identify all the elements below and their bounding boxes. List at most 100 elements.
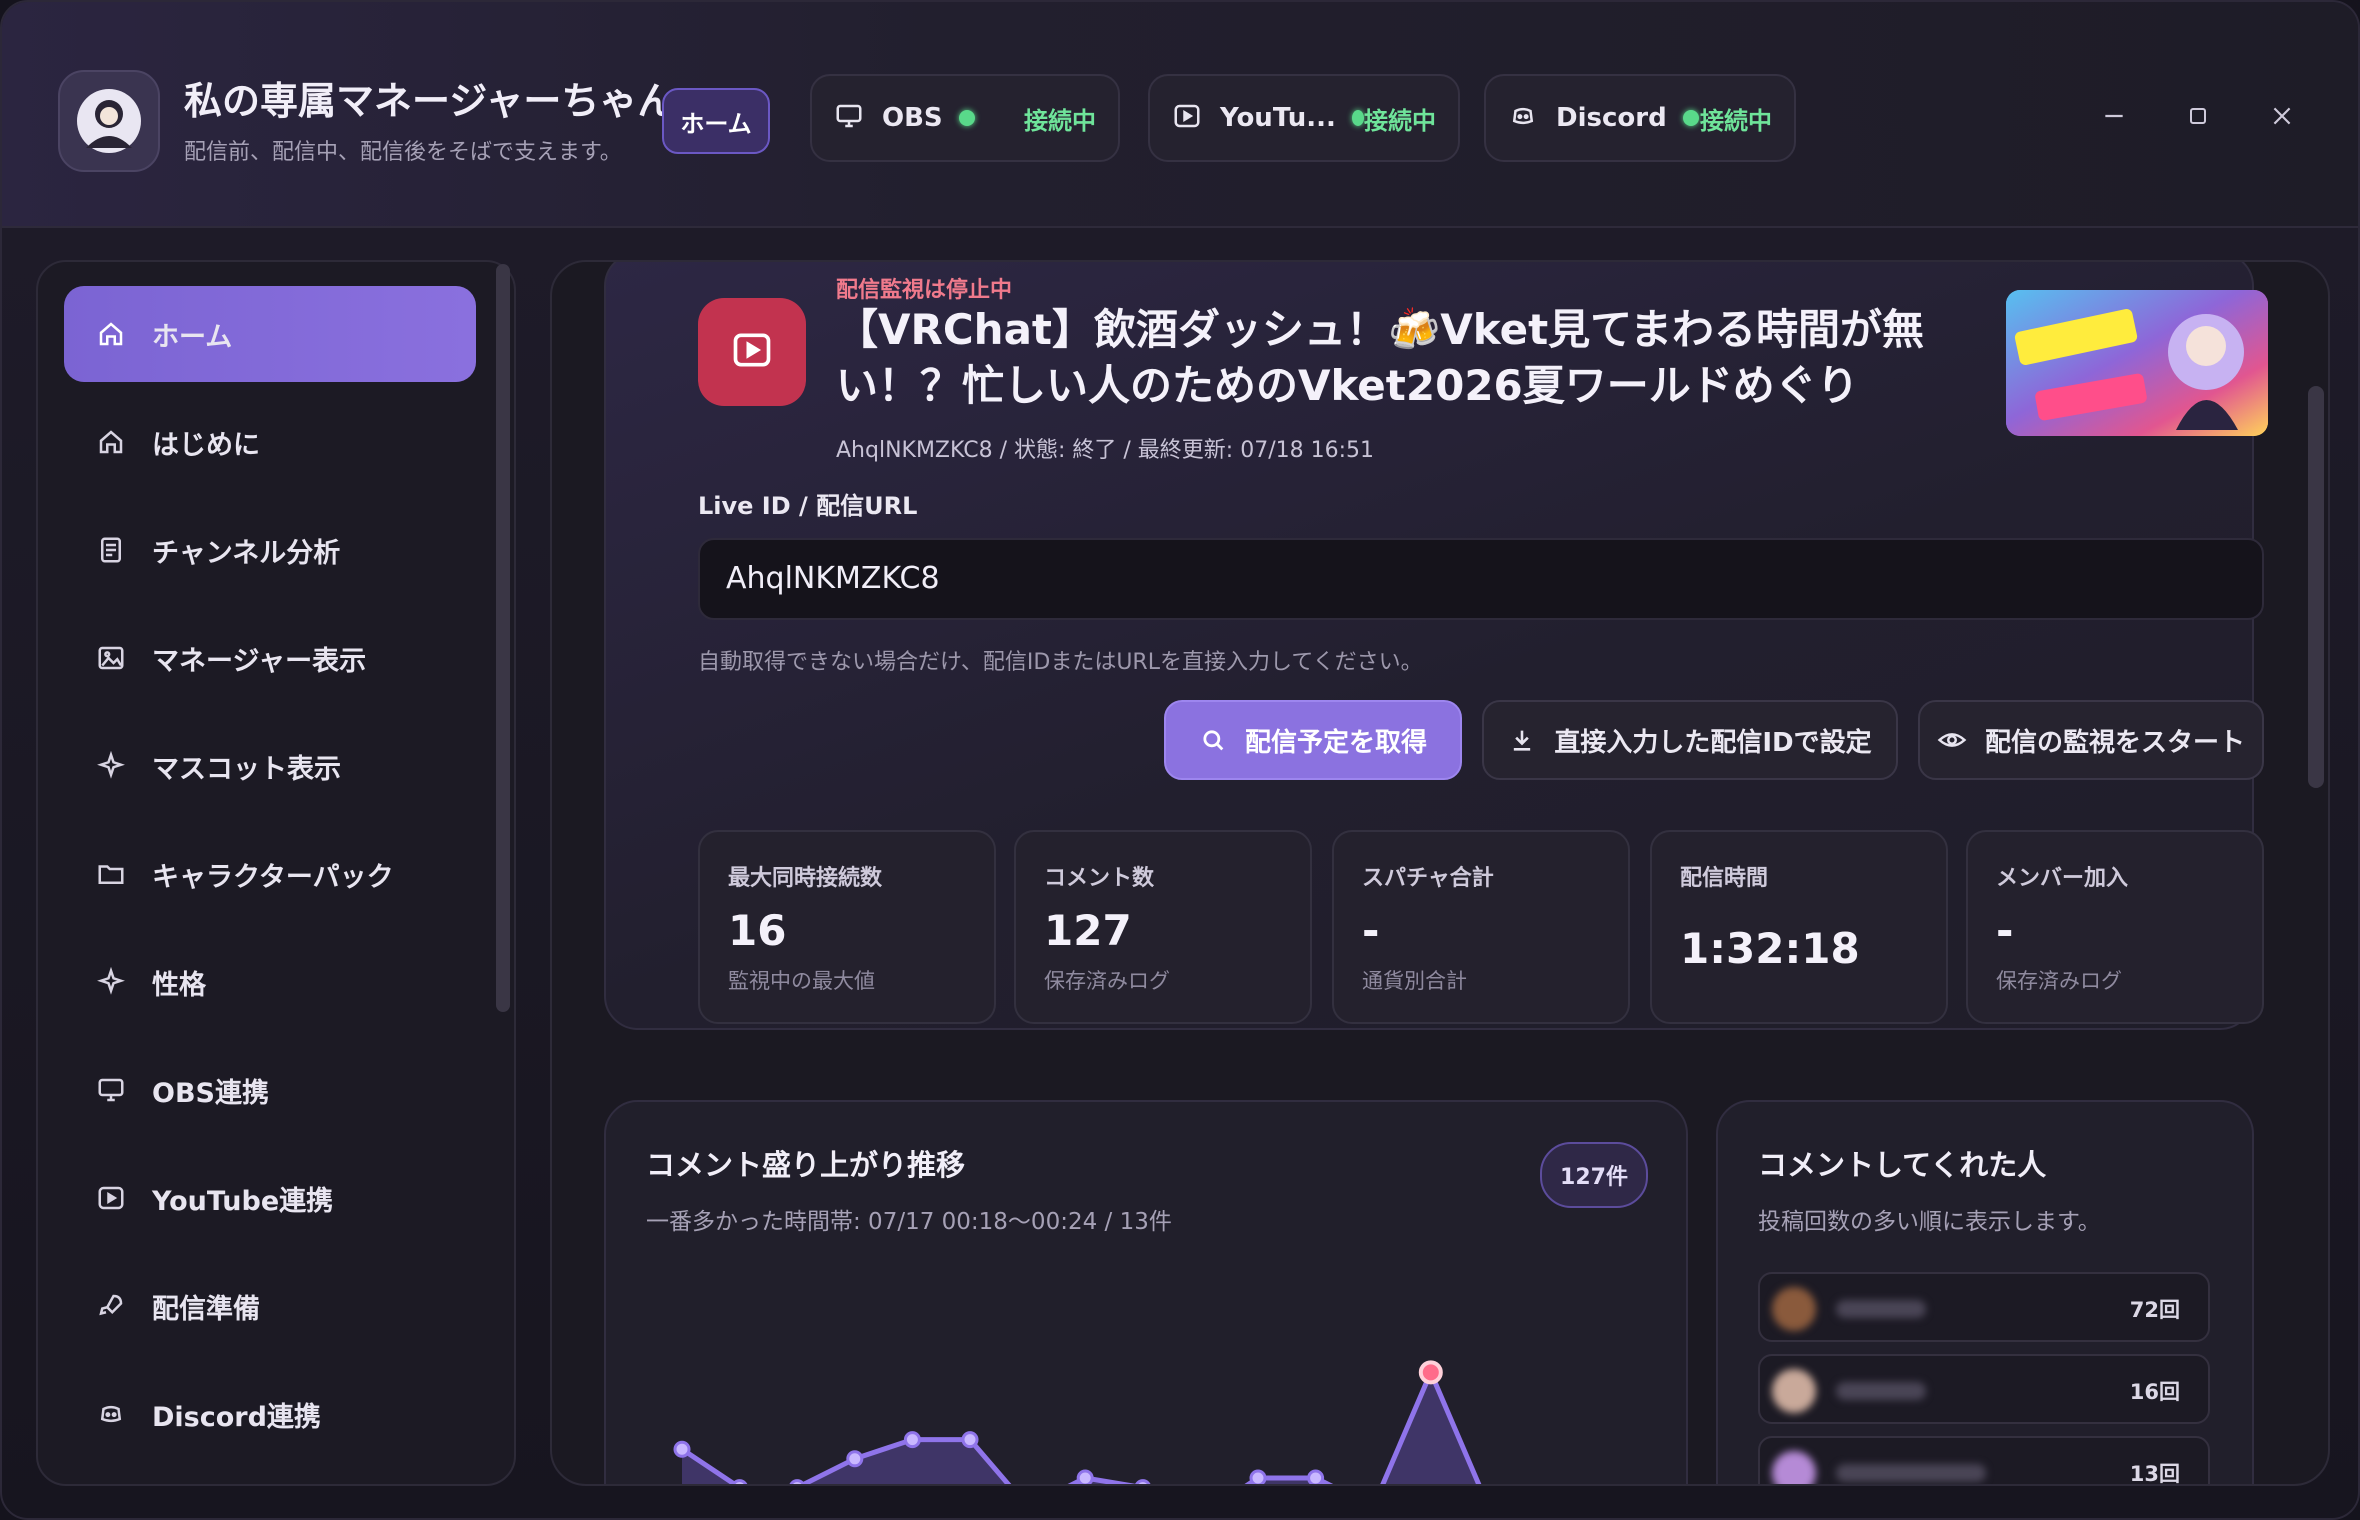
sidebar-item-discord[interactable]: Discord連携 [64, 1366, 476, 1462]
sidebar-item-label: 配信準備 [152, 1293, 260, 1325]
trend-point[interactable] [961, 1431, 979, 1449]
live-id-input[interactable]: AhqlNKMZKC8 [698, 538, 2264, 620]
commenter-row[interactable]: 13回 [1758, 1436, 2210, 1484]
sidebar-item-label: はじめに [152, 429, 260, 461]
stat-title: 配信時間 [1680, 866, 1769, 891]
stat-card-members: メンバー加入 - 保存済みログ [1966, 830, 2264, 1024]
live-id-help: 自動取得できない場合だけ、配信IDまたはURLを直接入力してください。 [698, 650, 1423, 675]
trend-area [682, 1372, 1479, 1484]
trend-point[interactable] [1135, 1479, 1151, 1486]
commenter-name-blurred [1836, 1382, 1926, 1400]
sidebar: ホーム はじめに チャンネル分析 マネージャー表示 マスコット表示 キャラクター… [36, 260, 516, 1486]
service-youtube[interactable]: YouTu... 接続中 [1148, 74, 1460, 162]
live-id-label: Live ID / 配信URL [698, 492, 918, 520]
comment-count: 72回 [2129, 1298, 2180, 1322]
stat-subtitle: 保存済みログ [1044, 969, 1170, 993]
sidebar-item-obs[interactable]: OBS連携 [64, 1042, 476, 1138]
status-dot [1351, 110, 1364, 126]
sidebar-item-label: 性格 [152, 969, 206, 1001]
service-status: 接続中 [1700, 106, 1772, 135]
stat-card-superchat: スパチャ合計 - 通貨別合計 [1332, 830, 1630, 1024]
title-bar: 私の専属マネージャーちゃん 配信前、配信中、配信後をそばで支えます。 ホーム O… [2, 2, 2358, 228]
close-button[interactable] [2262, 98, 2302, 138]
trend-point[interactable] [1249, 1469, 1267, 1485]
service-obs[interactable]: OBS 接続中 [810, 74, 1120, 162]
service-name: OBS [882, 103, 943, 133]
eye-icon [1937, 725, 1967, 755]
stat-card-max-viewers: 最大同時接続数 16 監視中の最大値 [698, 830, 996, 1024]
button-label: 配信の監視をスタート [1984, 727, 2245, 758]
stat-card-duration: 配信時間 1:32:18 [1650, 830, 1948, 1024]
sidebar-item-label: チャンネル分析 [152, 537, 341, 569]
app-window: 私の専属マネージャーちゃん 配信前、配信中、配信後をそばで支えます。 ホーム O… [0, 0, 2360, 1520]
stream-card: 配信監視は停止中 【VRChat】飲酒ダッシュ！🍻Vket見てまわる時間が無い！… [604, 262, 2268, 1030]
home-icon [94, 317, 128, 351]
app-subtitle: 配信前、配信中、配信後をそばで支えます。 [184, 140, 622, 165]
sparkle-icon [94, 749, 128, 783]
home-chip[interactable]: ホーム [662, 88, 770, 154]
sidebar-item-youtube[interactable]: YouTube連携 [64, 1150, 476, 1246]
stat-title: コメント数 [1044, 866, 1155, 891]
fetch-schedule-button[interactable]: 配信予定を取得 [1164, 700, 1462, 780]
sidebar-item-label: Discord連携 [152, 1401, 321, 1433]
comment-trend-chart [673, 1360, 1482, 1486]
app-logo [58, 70, 160, 172]
stat-value: - [1996, 906, 2014, 955]
start-monitor-button[interactable]: 配信の監視をスタート [1918, 700, 2264, 780]
commenters-card: コメントしてくれた人 投稿回数の多い順に表示します。 72回 16回 13回 [1716, 1100, 2254, 1484]
trend-point[interactable] [903, 1431, 921, 1449]
stat-title: スパチャ合計 [1362, 866, 1494, 891]
sidebar-item-label: マスコット表示 [152, 753, 341, 785]
minimize-button[interactable] [2094, 98, 2134, 138]
sidebar-item-personality[interactable]: 性格 [64, 934, 476, 1030]
commenter-name-blurred [1836, 1300, 1926, 1318]
maximize-icon [2186, 104, 2210, 132]
sidebar-scrollbar[interactable] [496, 264, 510, 1012]
stat-subtitle: 保存済みログ [1996, 969, 2122, 993]
trend-point[interactable] [1307, 1469, 1325, 1485]
trend-peak-point[interactable] [1418, 1360, 1443, 1385]
commenter-row[interactable]: 16回 [1758, 1354, 2210, 1424]
maximize-button[interactable] [2178, 98, 2218, 138]
sidebar-item-manager-display[interactable]: マネージャー表示 [64, 610, 476, 706]
service-discord[interactable]: Discord 接続中 [1484, 74, 1796, 162]
youtube-play-icon [1172, 101, 1202, 135]
trend-point[interactable] [789, 1479, 805, 1486]
service-status: 接続中 [1364, 106, 1436, 135]
sidebar-item-label: キャラクターパック [152, 861, 394, 893]
sidebar-item-mascot-display[interactable]: マスコット表示 [64, 718, 476, 814]
stream-meta: AhqlNKMZKC8 / 状態: 終了 / 最終更新: 07/18 16:51 [836, 438, 1374, 463]
stat-subtitle: 通貨別合計 [1362, 969, 1467, 993]
stat-value: 127 [1044, 906, 1132, 955]
trend-point[interactable] [731, 1479, 748, 1486]
close-icon [2269, 103, 2295, 133]
commenter-row[interactable]: 72回 [1758, 1272, 2210, 1342]
sidebar-item-channel-analysis[interactable]: チャンネル分析 [64, 502, 476, 598]
stat-card-comments: コメント数 127 保存済みログ [1014, 830, 1312, 1024]
set-id-button[interactable]: 直接入力した配信IDで設定 [1482, 700, 1898, 780]
sidebar-item-stream-prep[interactable]: 配信準備 [64, 1258, 476, 1354]
minimize-icon [2101, 103, 2127, 133]
folder-icon [94, 857, 128, 891]
trend-point[interactable] [846, 1450, 864, 1468]
avatar [1772, 1369, 1816, 1413]
trend-point[interactable] [673, 1440, 691, 1458]
sidebar-item-label: YouTube連携 [152, 1185, 334, 1217]
discord-icon [1508, 101, 1538, 135]
monitor-icon [94, 1073, 128, 1107]
discord-icon [94, 1397, 128, 1431]
sidebar-item-character-pack[interactable]: キャラクターパック [64, 826, 476, 922]
stat-value: 1:32:18 [1680, 924, 1860, 973]
comment-count: 16回 [2129, 1380, 2180, 1404]
trend-point[interactable] [1076, 1469, 1094, 1485]
stat-value: 16 [728, 906, 787, 955]
commenter-name-blurred [1836, 1464, 1986, 1482]
button-label: 直接入力した配信IDで設定 [1554, 727, 1872, 758]
status-dot [1682, 110, 1699, 126]
document-icon [94, 533, 128, 567]
avatar [1772, 1451, 1816, 1484]
main-scrollbar[interactable] [2308, 386, 2324, 788]
sidebar-item-getting-started[interactable]: はじめに [64, 394, 476, 490]
sidebar-item-home[interactable]: ホーム [64, 286, 476, 382]
service-name: Discord [1556, 103, 1667, 133]
